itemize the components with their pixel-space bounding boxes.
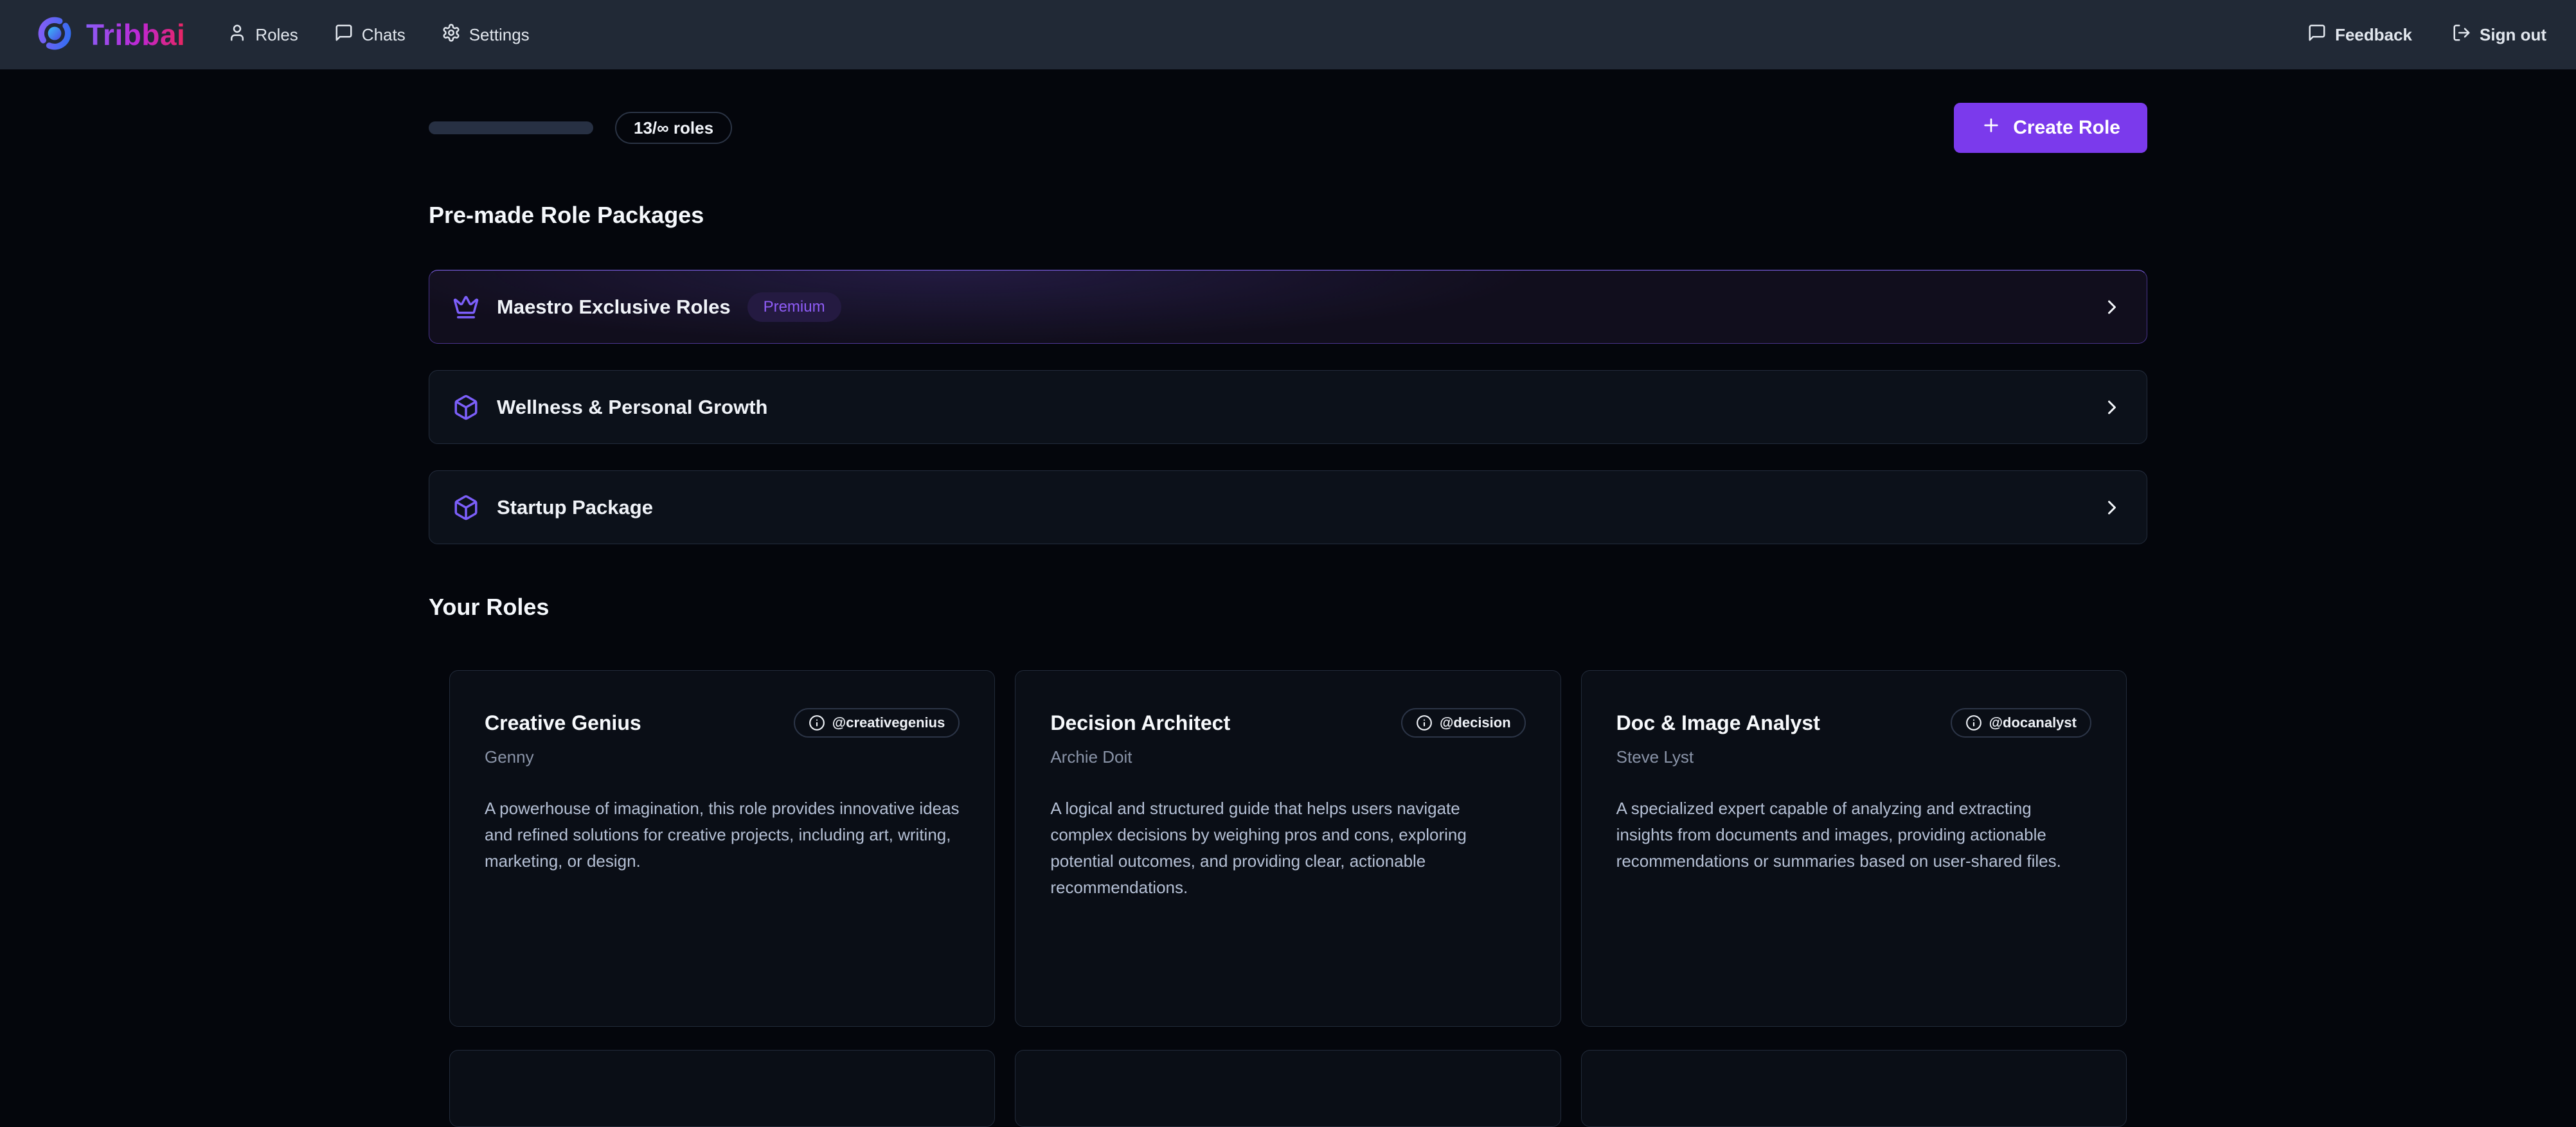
package-name: Wellness & Personal Growth <box>497 396 767 419</box>
chat-bubble-icon <box>334 23 353 47</box>
roles-progress-bar <box>429 121 593 134</box>
chevron-right-icon <box>2100 296 2124 319</box>
role-handle-badge[interactable]: @docanalyst <box>1951 708 2091 738</box>
role-description: A specialized expert capable of analyzin… <box>1616 795 2091 874</box>
plus-icon <box>1981 115 2001 141</box>
role-handle: @docanalyst <box>1989 714 2077 731</box>
role-title: Creative Genius <box>485 711 641 735</box>
premium-badge: Premium <box>747 292 841 322</box>
nav-label-roles: Roles <box>255 25 298 45</box>
user-icon <box>228 23 247 47</box>
role-cards-grid-next-row <box>429 1050 2147 1127</box>
package-name: Maestro Exclusive Roles <box>497 296 731 319</box>
chevron-right-icon <box>2100 496 2124 519</box>
brand-logo-icon <box>36 15 73 55</box>
role-title: Doc & Image Analyst <box>1616 711 1820 735</box>
crown-icon <box>452 294 479 321</box>
secondary-nav: Feedback Sign out <box>2307 23 2546 47</box>
gear-icon <box>442 23 461 47</box>
package-row-wellness[interactable]: Wellness & Personal Growth <box>429 370 2147 444</box>
packages-section-title: Pre-made Role Packages <box>429 202 2147 229</box>
primary-nav: Roles Chats Settings <box>228 23 529 47</box>
package-icon <box>452 494 479 521</box>
package-icon <box>452 394 479 421</box>
nav-item-settings[interactable]: Settings <box>442 23 530 47</box>
role-handle-badge[interactable]: @creativegenius <box>794 708 960 738</box>
role-card[interactable] <box>449 1050 995 1127</box>
role-description: A powerhouse of imagination, this role p… <box>485 795 960 874</box>
role-card-doc-image-analyst[interactable]: Doc & Image Analyst @docanalyst Steve Ly… <box>1581 670 2127 1027</box>
role-handle: @decision <box>1440 714 1511 731</box>
card-header: Doc & Image Analyst @docanalyst <box>1616 708 2091 738</box>
role-card-creative-genius[interactable]: Creative Genius @creativegenius Genny A … <box>449 670 995 1027</box>
main-content: 13/∞ roles Create Role Pre-made Role Pac… <box>429 103 2147 1127</box>
sign-out-button[interactable]: Sign out <box>2452 23 2546 47</box>
feedback-label: Feedback <box>2335 25 2412 45</box>
package-row-startup[interactable]: Startup Package <box>429 470 2147 544</box>
package-row-maestro[interactable]: Maestro Exclusive Roles Premium <box>429 270 2147 344</box>
card-header: Creative Genius @creativegenius <box>485 708 960 738</box>
role-card[interactable] <box>1015 1050 1561 1127</box>
brand-logo[interactable]: Tribbai <box>36 15 185 55</box>
package-list: Maestro Exclusive Roles Premium Wellness… <box>429 270 2147 544</box>
create-role-label: Create Role <box>2013 117 2120 139</box>
role-subtitle: Genny <box>485 747 960 767</box>
role-card-decision-architect[interactable]: Decision Architect @decision Archie Doit… <box>1015 670 1561 1027</box>
create-role-button[interactable]: Create Role <box>1954 103 2147 153</box>
card-header: Decision Architect @decision <box>1050 708 1525 738</box>
nav-label-settings: Settings <box>469 25 530 45</box>
sign-out-label: Sign out <box>2480 25 2546 45</box>
package-name: Startup Package <box>497 496 653 519</box>
info-icon <box>1965 714 1982 731</box>
top-navbar: Tribbai Roles Chats S <box>0 0 2576 69</box>
info-icon <box>1416 714 1433 731</box>
role-subtitle: Steve Lyst <box>1616 747 2091 767</box>
role-handle: @creativegenius <box>832 714 945 731</box>
brand-name: Tribbai <box>86 17 185 52</box>
chat-bubble-icon <box>2307 23 2327 47</box>
role-handle-badge[interactable]: @decision <box>1401 708 1526 738</box>
role-subtitle: Archie Doit <box>1050 747 1525 767</box>
roles-count-badge: 13/∞ roles <box>615 112 732 144</box>
roles-toolbar: 13/∞ roles Create Role <box>429 103 2147 153</box>
sign-out-icon <box>2452 23 2471 47</box>
chevron-right-icon <box>2100 396 2124 419</box>
nav-item-roles[interactable]: Roles <box>228 23 298 47</box>
nav-label-chats: Chats <box>362 25 406 45</box>
role-title: Decision Architect <box>1050 711 1230 735</box>
info-icon <box>809 714 825 731</box>
feedback-button[interactable]: Feedback <box>2307 23 2412 47</box>
role-cards-grid: Creative Genius @creativegenius Genny A … <box>429 670 2147 1027</box>
role-description: A logical and structured guide that help… <box>1050 795 1525 901</box>
nav-item-chats[interactable]: Chats <box>334 23 406 47</box>
your-roles-section-title: Your Roles <box>429 594 2147 621</box>
role-card[interactable] <box>1581 1050 2127 1127</box>
